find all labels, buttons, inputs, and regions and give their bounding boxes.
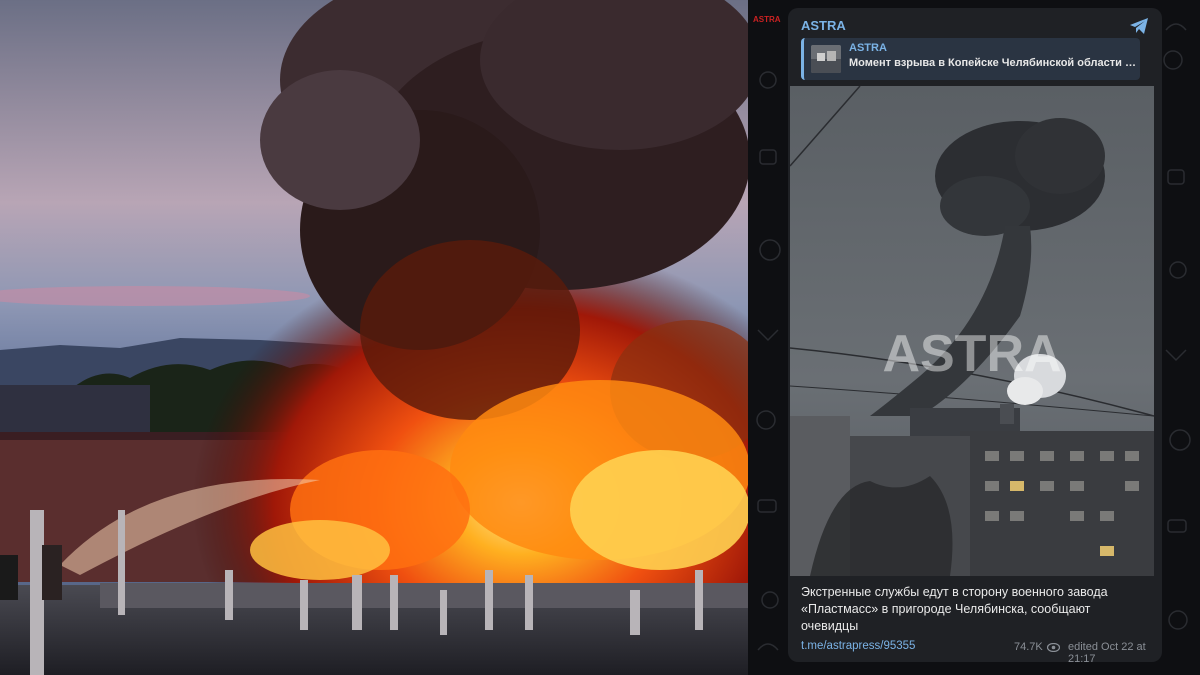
view-count: 74.7K [1014,641,1043,653]
post-link[interactable]: t.me/astrapress/95355 [801,640,915,652]
fire-scene-image [0,0,748,675]
post-media-photo[interactable]: ASTRA [790,86,1154,576]
share-icon[interactable] [1128,16,1150,36]
forward-thumbnail [811,45,841,73]
telegram-panel: ASTRA ASTRA ASTRA Момент взрыва в Копейс… [748,0,1200,675]
eye-icon [1047,643,1060,652]
edited-timestamp: edited Oct 22 at 21:17 [1068,641,1146,662]
post-caption: Экстренные службы едут в сторону военног… [801,585,1108,633]
fire-photo [0,0,748,675]
astra-watermark: ASTRA [882,325,1061,383]
forwarded-reply-preview[interactable]: ASTRA Момент взрыва в Копейске Челябинск… [801,38,1140,80]
telegram-message[interactable]: ASTRA ASTRA Момент взрыва в Копейске Чел… [788,8,1162,662]
astra-corner-logo: ASTRA [753,15,781,24]
forward-source-name: ASTRA [849,42,887,54]
channel-name[interactable]: ASTRA [801,18,846,33]
forward-text: Момент взрыва в Копейске Челябинской обл… [849,57,1139,69]
